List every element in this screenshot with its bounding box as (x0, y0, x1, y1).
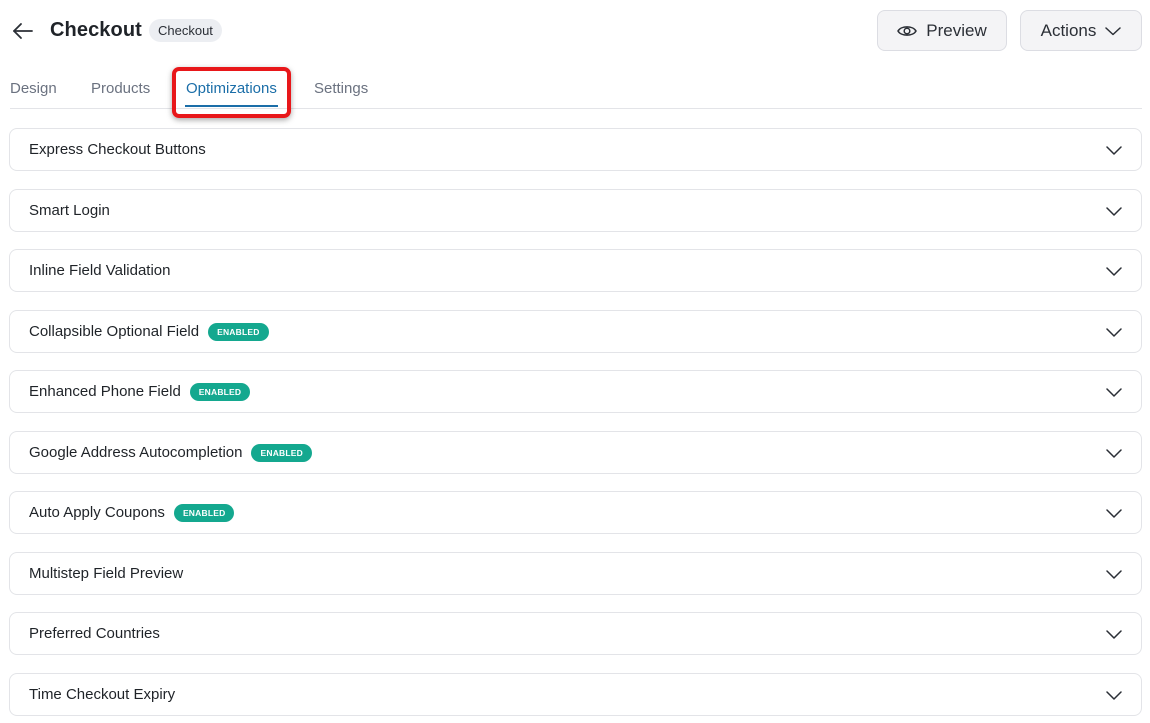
accordion-title: Time Checkout Expiry (29, 686, 176, 703)
enabled-badge: ENABLED (208, 322, 269, 341)
accordion-title: Collapsible Optional Field (29, 323, 200, 340)
tab-settings[interactable]: Settings (314, 80, 368, 97)
active-tab-indicator (185, 105, 278, 107)
chevron-down-icon (1106, 570, 1122, 579)
page-type-badge: Checkout (149, 19, 222, 42)
enabled-badge: ENABLED (189, 382, 251, 401)
page-header: Checkout Checkout Preview Actions (0, 0, 1150, 62)
accordion-title: Google Address Autocompletion (29, 444, 243, 461)
accordion-title: Enhanced Phone Field (29, 383, 181, 400)
accordion-collapsible-optional-field[interactable]: Collapsible Optional Field ENABLED (9, 310, 1142, 353)
tab-products[interactable]: Products (91, 80, 150, 97)
chevron-down-icon (1106, 630, 1122, 639)
chevron-down-icon (1106, 267, 1122, 276)
accordion-enhanced-phone-field[interactable]: Enhanced Phone Field ENABLED (9, 370, 1142, 413)
accordion-google-address-autocompletion[interactable]: Google Address Autocompletion ENABLED (9, 431, 1142, 474)
chevron-down-icon (1105, 26, 1122, 35)
actions-dropdown-button[interactable]: Actions (1020, 10, 1142, 51)
accordion-smart-login[interactable]: Smart Login (9, 189, 1142, 232)
tab-design[interactable]: Design (10, 80, 57, 97)
preview-label: Preview (926, 20, 987, 40)
accordion-title: Inline Field Validation (29, 262, 171, 279)
accordion-auto-apply-coupons[interactable]: Auto Apply Coupons ENABLED (9, 491, 1142, 534)
preview-button[interactable]: Preview (877, 10, 1007, 51)
chevron-down-icon (1106, 388, 1122, 397)
tab-bar: Design Products Optimizations Settings (10, 72, 1142, 109)
accordion-title: Express Checkout Buttons (29, 141, 206, 158)
enabled-badge: ENABLED (173, 503, 235, 522)
chevron-down-icon (1106, 328, 1122, 337)
tab-optimizations[interactable]: Optimizations (186, 80, 277, 97)
accordion-inline-field-validation[interactable]: Inline Field Validation (9, 249, 1142, 292)
accordion-express-checkout-buttons[interactable]: Express Checkout Buttons (9, 128, 1142, 171)
accordion-multistep-field-preview[interactable]: Multistep Field Preview (9, 552, 1142, 595)
accordion-title: Multistep Field Preview (29, 565, 184, 582)
accordion-preferred-countries[interactable]: Preferred Countries (9, 612, 1142, 655)
page-title: Checkout (50, 19, 142, 41)
enabled-badge: ENABLED (251, 443, 312, 462)
accordion-title: Smart Login (29, 202, 110, 219)
arrow-left-icon (13, 23, 33, 39)
actions-label: Actions (1040, 20, 1097, 40)
chevron-down-icon (1106, 509, 1122, 518)
chevron-down-icon (1106, 146, 1122, 155)
chevron-down-icon (1106, 449, 1122, 458)
eye-icon (897, 25, 918, 36)
chevron-down-icon (1106, 691, 1122, 700)
chevron-down-icon (1106, 207, 1122, 216)
back-button[interactable] (10, 18, 36, 44)
accordion-title: Preferred Countries (29, 625, 160, 642)
accordion-title: Auto Apply Coupons (29, 504, 165, 521)
accordion-time-checkout-expiry[interactable]: Time Checkout Expiry (9, 673, 1142, 716)
